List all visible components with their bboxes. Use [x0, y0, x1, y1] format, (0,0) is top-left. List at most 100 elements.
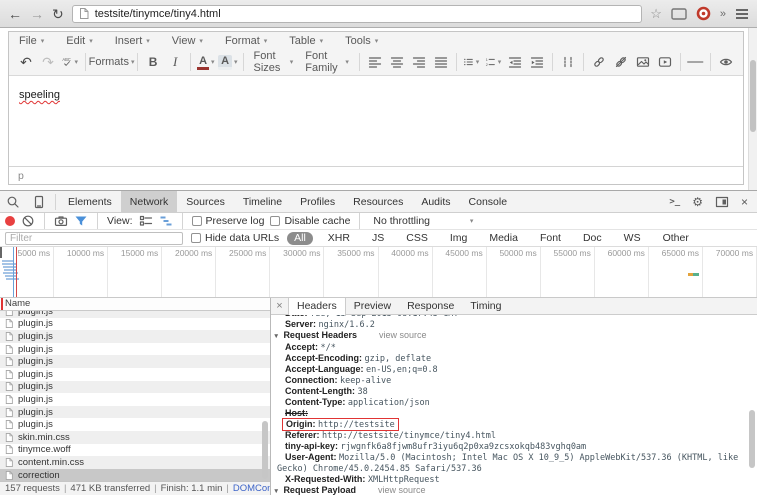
font-family-dropdown[interactable]: Font Family▾ — [299, 51, 355, 73]
editor-menu-item[interactable]: Table ▾ — [289, 35, 323, 47]
request-headers-section[interactable]: ▼ Request Headers view source — [271, 330, 757, 342]
table-row[interactable]: plugin.js — [0, 343, 270, 356]
forward-button[interactable]: → — [30, 7, 44, 21]
table-row[interactable]: plugin.js — [0, 318, 270, 331]
italic-button[interactable]: I — [164, 51, 186, 73]
indent-button[interactable] — [526, 51, 548, 73]
table-row[interactable]: correction — [0, 469, 270, 481]
screenshot-camera-icon[interactable] — [54, 214, 68, 228]
view-source-link[interactable]: view source — [379, 330, 427, 341]
detail-tab[interactable]: Response — [399, 298, 462, 315]
menu-hamburger-icon[interactable] — [735, 8, 749, 20]
headers-view[interactable]: Date: Tue, 15 Sep 2015 08:17:45 GMT Serv… — [271, 315, 757, 495]
inspect-element-button[interactable] — [0, 195, 26, 209]
misspelled-word[interactable]: speeling — [19, 89, 60, 101]
table-row[interactable]: plugin.js — [0, 355, 270, 368]
request-payload-section[interactable]: ▼ Request Payload view source — [271, 485, 757, 495]
type-filter[interactable]: WS — [617, 232, 648, 245]
text-color-button[interactable]: A▾ — [195, 51, 217, 73]
bullet-list-button[interactable]: ▾ — [460, 51, 482, 73]
type-filter[interactable]: CSS — [399, 232, 435, 245]
numbered-list-button[interactable]: 1 2 ▾ — [482, 51, 504, 73]
remove-link-button[interactable] — [610, 51, 632, 73]
type-filter[interactable]: All — [287, 232, 313, 245]
list-view-icon[interactable] — [139, 214, 153, 228]
network-overview-timeline[interactable]: 5000 ms 10000 ms 15000 ms 20000 ms 25000… — [0, 247, 757, 298]
preview-button[interactable] — [715, 51, 737, 73]
cast-icon[interactable] — [671, 8, 687, 20]
scrollbar-thumb[interactable] — [750, 60, 756, 132]
editor-menu-item[interactable]: Tools ▾ — [345, 35, 378, 47]
devtools-tab[interactable]: Sources — [177, 191, 234, 213]
type-filter[interactable]: Font — [533, 232, 568, 245]
disable-cache-checkbox[interactable]: Disable cache — [270, 215, 350, 227]
editor-menu-item[interactable]: View ▾ — [172, 35, 203, 47]
table-scrollbar-thumb[interactable] — [262, 421, 268, 479]
type-filter[interactable]: XHR — [321, 232, 357, 245]
detail-tab[interactable]: Timing — [462, 298, 509, 315]
table-row[interactable]: plugin.js — [0, 311, 270, 318]
filter-funnel-icon[interactable] — [74, 214, 88, 228]
table-row[interactable]: tinymce.woff — [0, 444, 270, 457]
devtools-tab[interactable]: Console — [460, 191, 517, 213]
devtools-tab[interactable]: Elements — [59, 191, 121, 213]
formats-dropdown[interactable]: Formats▾ — [90, 51, 134, 73]
type-filter[interactable]: Doc — [576, 232, 609, 245]
page-scrollbar[interactable] — [748, 28, 757, 190]
detail-tab[interactable]: Headers — [288, 298, 346, 316]
toggle-console-button[interactable]: >_ — [664, 197, 685, 207]
record-extension-icon[interactable] — [696, 6, 711, 21]
undo-button[interactable]: ↶ — [15, 51, 37, 73]
devtools-tab[interactable]: Profiles — [291, 191, 344, 213]
devtools-tab[interactable]: Resources — [344, 191, 412, 213]
reload-button[interactable]: ↻ — [52, 7, 64, 21]
editor-menu-item[interactable]: Edit ▾ — [66, 35, 92, 47]
type-filter[interactable]: Img — [443, 232, 475, 245]
table-row[interactable]: plugin.js — [0, 368, 270, 381]
detail-scrollbar-thumb[interactable] — [749, 410, 755, 468]
font-sizes-dropdown[interactable]: Font Sizes▾ — [247, 51, 299, 73]
outdent-button[interactable] — [504, 51, 526, 73]
editor-menu-item[interactable]: Insert ▾ — [115, 35, 150, 47]
address-bar[interactable]: testsite/tinymce/tiny4.html — [72, 5, 642, 23]
type-filter[interactable]: Other — [656, 232, 696, 245]
element-path[interactable]: p — [18, 170, 24, 182]
name-column-header[interactable]: Name — [0, 298, 270, 311]
dock-side-button[interactable] — [710, 195, 734, 209]
horizontal-rule-button[interactable]: — — [684, 51, 706, 73]
record-network-button[interactable] — [5, 216, 15, 226]
align-justify-button[interactable] — [430, 51, 452, 73]
redo-button[interactable]: ↷ — [37, 51, 59, 73]
type-filter[interactable]: JS — [365, 232, 391, 245]
waterfall-view-icon[interactable] — [159, 214, 173, 228]
settings-gear-icon[interactable]: ⚙ — [687, 195, 708, 209]
insert-image-button[interactable] — [632, 51, 654, 73]
editor-menu-item[interactable]: Format ▾ — [225, 35, 267, 47]
close-detail-button[interactable]: × — [271, 300, 288, 312]
type-filter[interactable]: Media — [482, 232, 525, 245]
insert-link-button[interactable] — [588, 51, 610, 73]
close-devtools-button[interactable]: × — [736, 195, 753, 209]
table-row[interactable]: skin.min.css — [0, 431, 270, 444]
table-row[interactable]: content.min.css — [0, 456, 270, 469]
spellcheck-button[interactable]: ABC ▾ — [59, 51, 81, 73]
bookmark-star-icon[interactable]: ☆ — [650, 6, 662, 22]
devtools-tab[interactable]: Timeline — [234, 191, 291, 213]
preserve-log-checkbox[interactable]: Preserve log — [192, 215, 265, 227]
table-row[interactable]: plugin.js — [0, 418, 270, 431]
extensions-overflow-icon[interactable]: » — [720, 8, 726, 20]
clear-requests-icon[interactable] — [21, 214, 35, 228]
detail-tab[interactable]: Preview — [346, 298, 399, 315]
align-left-button[interactable] — [364, 51, 386, 73]
bold-button[interactable]: B — [142, 51, 164, 73]
device-toolbar-button[interactable] — [26, 195, 52, 209]
table-row[interactable]: plugin.js — [0, 393, 270, 406]
background-color-button[interactable]: A▾ — [217, 51, 239, 73]
insert-media-button[interactable] — [654, 51, 676, 73]
table-row[interactable]: plugin.js — [0, 381, 270, 394]
align-center-button[interactable] — [386, 51, 408, 73]
align-right-button[interactable] — [408, 51, 430, 73]
filter-input[interactable] — [5, 232, 183, 245]
devtools-tab[interactable]: Network — [121, 191, 178, 213]
hide-data-urls-checkbox[interactable]: Hide data URLs — [191, 232, 279, 244]
